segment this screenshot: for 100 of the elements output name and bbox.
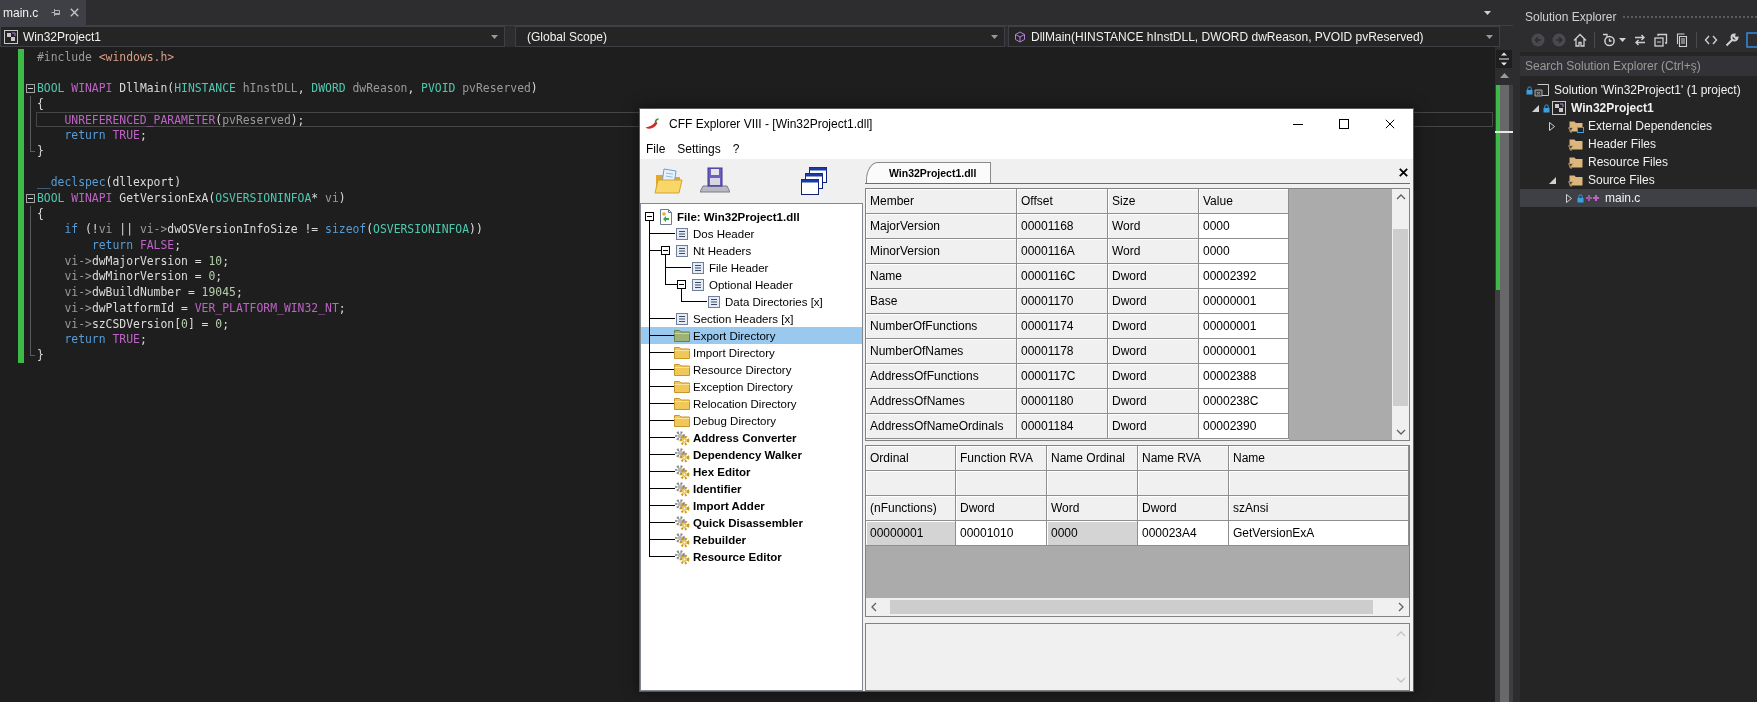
- table-cell: 0000116A: [1017, 239, 1108, 264]
- column-header: Function RVA: [956, 446, 1047, 471]
- table-cell: 00000001: [1199, 339, 1289, 364]
- pin-icon[interactable]: [51, 8, 62, 17]
- wrench-icon[interactable]: [1725, 33, 1739, 47]
- tree-item[interactable]: main.c: [1520, 189, 1757, 207]
- member-dropdown[interactable]: DllMain(HINSTANCE hInstDLL, DWORD dwReason, PVOID pvReserved): [1008, 26, 1500, 47]
- code-line: vi->dwMajorVersion = 10;: [64, 253, 230, 268]
- stacked-windows-icon[interactable]: [799, 166, 829, 196]
- scroll-down-icon[interactable]: [1395, 428, 1406, 436]
- home-icon[interactable]: [1573, 33, 1587, 47]
- menu-item[interactable]: ?: [726, 142, 746, 156]
- caret-position-marker: [1495, 131, 1513, 133]
- folder-icon: [674, 329, 690, 342]
- scrollbar[interactable]: [1495, 85, 1513, 702]
- clock-icon[interactable]: [1602, 33, 1616, 47]
- table-cell: 00001170: [1017, 289, 1108, 314]
- caret-icon[interactable]: [1484, 10, 1491, 15]
- collapse-icon[interactable]: [26, 193, 35, 203]
- square-outline-icon[interactable]: [1746, 32, 1757, 48]
- table-cell: 0000117C: [1017, 364, 1108, 389]
- caret-icon[interactable]: [491, 34, 498, 39]
- gears-icon: [674, 548, 690, 565]
- tree-item[interactable]: Export Directory: [641, 327, 862, 344]
- list-icon: [692, 278, 704, 291]
- list-icon: [676, 312, 688, 325]
- code-line: vi->dwPlatformId = VER_PLATFORM_WIN32_NT;: [64, 300, 346, 315]
- code-line: vi->dwMinorVersion = 0;: [64, 269, 223, 284]
- maximize-icon: [1339, 119, 1349, 129]
- collapse-icon[interactable]: [26, 83, 35, 93]
- collapse-icon[interactable]: [644, 212, 654, 221]
- search-field[interactable]: Search Solution Explorer (Ctrl+ş): [1520, 56, 1757, 76]
- table-cell: 00000001: [1199, 314, 1289, 339]
- documents-icon[interactable]: [1675, 33, 1689, 47]
- collapse-icon[interactable]: [660, 246, 670, 255]
- tree-item[interactable]: External Dependencies: [1520, 117, 1757, 135]
- project-icon: [4, 29, 18, 44]
- code-line: BOOL WINAPI DllMain(HINSTANCE hInstDLL, DWORD dwReason, PVOID pvReserved): [37, 81, 538, 96]
- table-cell: 00002388: [1199, 364, 1289, 389]
- floppy-disk-icon[interactable]: [700, 166, 730, 196]
- scrollbar-thumb[interactable]: [1393, 229, 1408, 406]
- table-cell: NumberOfFunctions: [866, 314, 1017, 339]
- scroll-up-icon[interactable]: [1395, 193, 1406, 201]
- code-line: return TRUE;: [64, 128, 147, 143]
- tree-item[interactable]: Solution 'Win32Project1' (1 project): [1520, 81, 1757, 99]
- collapse-icon[interactable]: [1531, 104, 1539, 112]
- gears-icon: [674, 429, 690, 446]
- table-cell: 00001168: [1017, 214, 1108, 239]
- table-cell: NumberOfNames: [866, 339, 1017, 364]
- tree-item[interactable]: Header Files: [1520, 135, 1757, 153]
- list-icon: [708, 295, 720, 308]
- caret-icon[interactable]: [1486, 34, 1493, 39]
- table-cell: 000023A4: [1138, 521, 1229, 546]
- tree-item[interactable]: Win32Project1: [1520, 99, 1757, 117]
- tree-item[interactable]: Source Files: [1520, 171, 1757, 189]
- gears-icon: [674, 497, 690, 514]
- table-cell: Dword: [1108, 314, 1199, 339]
- collapse-icon[interactable]: [1548, 176, 1556, 184]
- scope-dropdown[interactable]: (Global Scope): [515, 26, 1005, 47]
- document-icon: [659, 208, 673, 225]
- scroll-up-icon[interactable]: [1499, 72, 1509, 78]
- tree-item[interactable]: Resource Files: [1520, 153, 1757, 171]
- code-icon[interactable]: [1704, 33, 1718, 47]
- scrollbar-thumb[interactable]: [1500, 85, 1509, 702]
- code-line: if (!vi || vi->dwOSVersionInfoSize != sizeof(OSVERSIONINFOA)): [64, 222, 483, 237]
- table-cell: Dword: [1108, 364, 1199, 389]
- document-tab[interactable]: main.c: [0, 0, 87, 25]
- gears-icon: [674, 446, 690, 463]
- caret-icon[interactable]: [1619, 38, 1626, 42]
- stacked-squares-icon[interactable]: [1654, 33, 1668, 47]
- sync-icon[interactable]: [1633, 33, 1647, 47]
- table-cell: Name: [866, 264, 1017, 289]
- code-line: __declspec(dllexport): [37, 175, 181, 190]
- file-tab[interactable]: Win32Project1.dll: [866, 162, 992, 183]
- project-icon: [1552, 101, 1566, 115]
- table-cell: 00001184: [1017, 414, 1108, 439]
- expand-icon[interactable]: [1566, 193, 1572, 203]
- menu-item[interactable]: File: [640, 142, 672, 156]
- column-type: (nFunctions): [866, 496, 956, 521]
- table-cell: 0000: [1199, 214, 1289, 239]
- project-dropdown[interactable]: Win32Project1: [0, 26, 505, 47]
- close-button[interactable]: [1399, 168, 1408, 177]
- scroll-left-icon[interactable]: [870, 602, 878, 612]
- cube-icon: [1014, 30, 1026, 43]
- scrollbar-thumb[interactable]: [890, 600, 1373, 614]
- table-cell: Base: [866, 289, 1017, 314]
- code-line: return FALSE;: [91, 238, 182, 253]
- column-header: Name Ordinal: [1047, 446, 1138, 471]
- column-header: Size: [1108, 189, 1199, 214]
- table-cell: Dword: [1108, 264, 1199, 289]
- expand-icon[interactable]: [1549, 121, 1555, 131]
- close-icon[interactable]: [70, 8, 80, 17]
- split-icon[interactable]: [1498, 52, 1510, 66]
- list-icon: [676, 227, 688, 240]
- table-cell: AddressOfNameOrdinals: [866, 414, 1017, 439]
- collapse-icon[interactable]: [676, 280, 686, 289]
- column-type: Dword: [1138, 496, 1229, 521]
- scroll-right-icon[interactable]: [1397, 602, 1405, 612]
- menu-item[interactable]: Settings: [671, 142, 727, 156]
- caret-icon[interactable]: [991, 34, 998, 39]
